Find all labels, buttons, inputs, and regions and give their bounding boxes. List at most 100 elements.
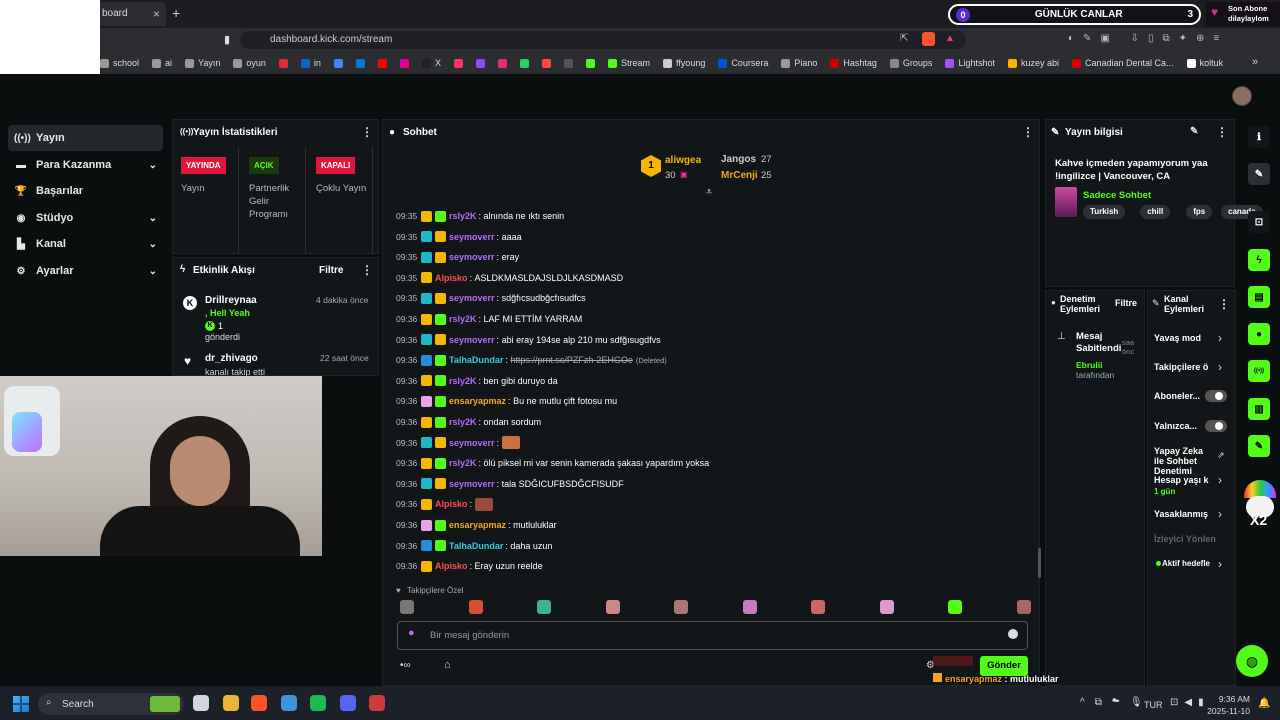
message-username[interactable]: seymoverr bbox=[449, 232, 495, 242]
message-username[interactable]: TalhaDundar bbox=[449, 355, 503, 365]
new-tab-button[interactable]: + bbox=[172, 5, 180, 21]
chevron-right-icon[interactable]: › bbox=[1218, 331, 1222, 345]
mic-icon[interactable]: ● bbox=[408, 627, 415, 639]
chat-message[interactable]: 09:35 seymoverr: aaaa bbox=[396, 230, 522, 244]
bookmark-item[interactable]: Groups bbox=[889, 58, 932, 68]
expand-chevron-icon[interactable]: ⩡ bbox=[706, 186, 712, 199]
message-username[interactable]: rsly2K bbox=[449, 376, 477, 386]
chevron-right-icon[interactable]: › bbox=[1218, 360, 1222, 374]
bookmark-item[interactable]: kuzey abi bbox=[1007, 58, 1059, 68]
edit-info-icon[interactable]: ✎ bbox=[1190, 126, 1198, 137]
info-menu-icon[interactable]: ⋮ bbox=[1216, 125, 1228, 139]
bookmark-item[interactable]: koltuk bbox=[1186, 58, 1223, 68]
tag-chip[interactable]: chill bbox=[1140, 205, 1171, 219]
rail-capture-icon[interactable]: ⊡ bbox=[1248, 211, 1270, 233]
bookmark-item[interactable]: ai bbox=[152, 58, 172, 68]
obs-icon[interactable] bbox=[369, 695, 385, 711]
file-explorer-icon[interactable] bbox=[193, 695, 209, 711]
chat-message[interactable]: 09:36 ensaryapmaz: mutluluklar bbox=[396, 518, 557, 532]
message-username[interactable]: TalhaDundar bbox=[449, 541, 503, 551]
sidebar-item-başarılar[interactable]: 🏆 Başarılar bbox=[8, 178, 163, 204]
close-tab-icon[interactable]: × bbox=[153, 7, 160, 21]
top-gifter-3-name[interactable]: MrCenji bbox=[721, 170, 758, 181]
chat-message[interactable]: 09:35 seymoverr: eray bbox=[396, 250, 519, 264]
bookmark-item[interactable]: Stream bbox=[607, 58, 650, 68]
bookmark-item[interactable] bbox=[399, 58, 409, 68]
bookmark-item[interactable]: Yayın bbox=[185, 58, 220, 68]
spotify-icon[interactable] bbox=[310, 695, 326, 711]
bookmarks-overflow-icon[interactable]: » bbox=[1252, 56, 1258, 68]
emote-icon[interactable] bbox=[948, 600, 962, 614]
tray-language[interactable]: TUR bbox=[1144, 700, 1163, 710]
chat-message[interactable]: 09:36 Alpisko: bbox=[396, 497, 493, 511]
chat-message[interactable]: 09:36 TalhaDundar: https://prnt.sc/PZFzh-… bbox=[396, 353, 667, 367]
bookmark-item[interactable]: in bbox=[300, 58, 321, 68]
message-username[interactable]: seymoverr bbox=[449, 335, 495, 345]
message-username[interactable]: seymoverr bbox=[449, 252, 495, 262]
chat-message[interactable]: 09:36 rsly2K: LAF MI ETTİM YARRAM bbox=[396, 312, 582, 326]
bookmark-item[interactable]: Canadian Dental Ca... bbox=[1072, 58, 1174, 68]
stats-menu-icon[interactable]: ⋮ bbox=[361, 125, 373, 139]
sidebar-item-stüdyo[interactable]: ◉ Stüdyo ⌄ bbox=[8, 205, 163, 231]
chat-message[interactable]: 09:36 seymoverr: bbox=[396, 436, 520, 450]
brave-rewards-icon[interactable]: ▲ bbox=[945, 33, 955, 44]
message-username[interactable]: Alpisko bbox=[435, 561, 468, 571]
tray-icons[interactable]: ^⧉☁🎙 bbox=[1080, 697, 1153, 708]
chat-message[interactable]: 09:36 seymoverr: abi eray 194se alp 210 m… bbox=[396, 333, 661, 347]
channel-action-item[interactable]: Hesap yaşı k bbox=[1154, 475, 1216, 485]
emote-icon[interactable] bbox=[879, 600, 894, 614]
chat-message[interactable]: 09:36 seymoverr: tala SDĞICUFBSDĞCFISUDF bbox=[396, 477, 624, 491]
sidebar-item-ayarlar[interactable]: ⚙ Ayarlar ⌄ bbox=[8, 258, 163, 284]
emote-icon[interactable] bbox=[400, 600, 414, 614]
channel-action-item[interactable]: Takipçilere ö bbox=[1154, 362, 1216, 372]
support-chat-button[interactable]: ◍ bbox=[1236, 645, 1268, 677]
message-username[interactable]: Alpisko bbox=[435, 273, 468, 283]
bookmark-item[interactable] bbox=[563, 58, 573, 68]
brave-icon[interactable] bbox=[251, 695, 267, 711]
bookmark-item[interactable] bbox=[355, 58, 365, 68]
message-username[interactable]: rsly2K bbox=[449, 211, 477, 221]
rail-wrench-icon[interactable]: ✎ bbox=[1248, 435, 1270, 457]
chat-message[interactable]: 09:36 TalhaDundar: daha uzun bbox=[396, 539, 552, 553]
bookmark-item[interactable]: oyun bbox=[233, 58, 266, 68]
rail-info-icon[interactable]: ℹ bbox=[1248, 126, 1270, 148]
tray-date[interactable]: 2025-11-10 bbox=[1200, 706, 1250, 716]
emote-icon[interactable] bbox=[674, 600, 688, 614]
channel-actions-menu-icon[interactable]: ⋮ bbox=[1218, 297, 1230, 311]
external-link-icon[interactable]: ⇗ bbox=[1217, 450, 1225, 461]
discord-icon[interactable] bbox=[340, 695, 356, 711]
pinned-by-name[interactable]: Ebrulii bbox=[1076, 360, 1102, 370]
bookmark-item[interactable]: Coursera bbox=[718, 58, 768, 68]
tag-chip[interactable]: fps bbox=[1186, 205, 1213, 219]
rail-list-icon[interactable]: ▤ bbox=[1248, 286, 1270, 308]
bookmark-item[interactable] bbox=[377, 58, 387, 68]
chevron-right-icon[interactable]: › bbox=[1218, 557, 1222, 571]
emote-icon[interactable] bbox=[811, 600, 825, 614]
chat-message[interactable]: 09:35 Alpisko: ASLDKMASLDAJSLDJLKASDMASD bbox=[396, 271, 623, 285]
top-gifter-2-name[interactable]: Jangos bbox=[721, 154, 756, 165]
emote-icon[interactable] bbox=[1016, 600, 1031, 614]
extension-icons[interactable]: ◐✎▣ ⇩▯⧉✦⊕≡ bbox=[1068, 33, 1228, 44]
message-username[interactable]: seymoverr bbox=[449, 438, 495, 448]
rail-lightning-icon[interactable]: ϟ bbox=[1248, 249, 1270, 271]
bookmark-item[interactable] bbox=[497, 58, 507, 68]
chat-message[interactable]: 09:36 rsly2K: ölü piksel mi var senin kam… bbox=[396, 456, 709, 470]
bookmark-item[interactable] bbox=[333, 58, 343, 68]
url-input[interactable]: dashboard.kick.com/stream bbox=[240, 31, 966, 49]
sidebar-item-kanal[interactable]: ▙ Kanal ⌄ bbox=[8, 231, 163, 257]
channel-action-item[interactable]: Aktif hedefle bbox=[1154, 559, 1216, 569]
chevron-right-icon[interactable]: › bbox=[1218, 507, 1222, 521]
channel-action-item[interactable]: Yapay Zeka ile Sohbet Denetimi bbox=[1154, 446, 1206, 476]
sidebar-item-yayın[interactable]: ((•)) Yayın bbox=[8, 125, 163, 151]
bookmark-item[interactable] bbox=[453, 58, 463, 68]
channel-action-item[interactable]: Yasaklanmış bbox=[1154, 509, 1216, 519]
message-username[interactable]: rsly2K bbox=[449, 458, 477, 468]
bookmark-item[interactable]: school bbox=[100, 58, 139, 68]
store-icon[interactable]: ⌂ bbox=[444, 659, 451, 671]
bookmark-item[interactable]: ffyoung bbox=[662, 58, 705, 68]
tray-time[interactable]: 9:36 AM bbox=[1208, 694, 1250, 704]
share-icon[interactable]: ⇱ bbox=[900, 33, 908, 44]
chat-menu-icon[interactable]: ⋮ bbox=[1022, 125, 1034, 139]
chat-message[interactable]: 09:36 ensaryapmaz: Bu ne mutlu çift fotos… bbox=[396, 394, 617, 408]
emote-icon[interactable] bbox=[605, 600, 620, 614]
